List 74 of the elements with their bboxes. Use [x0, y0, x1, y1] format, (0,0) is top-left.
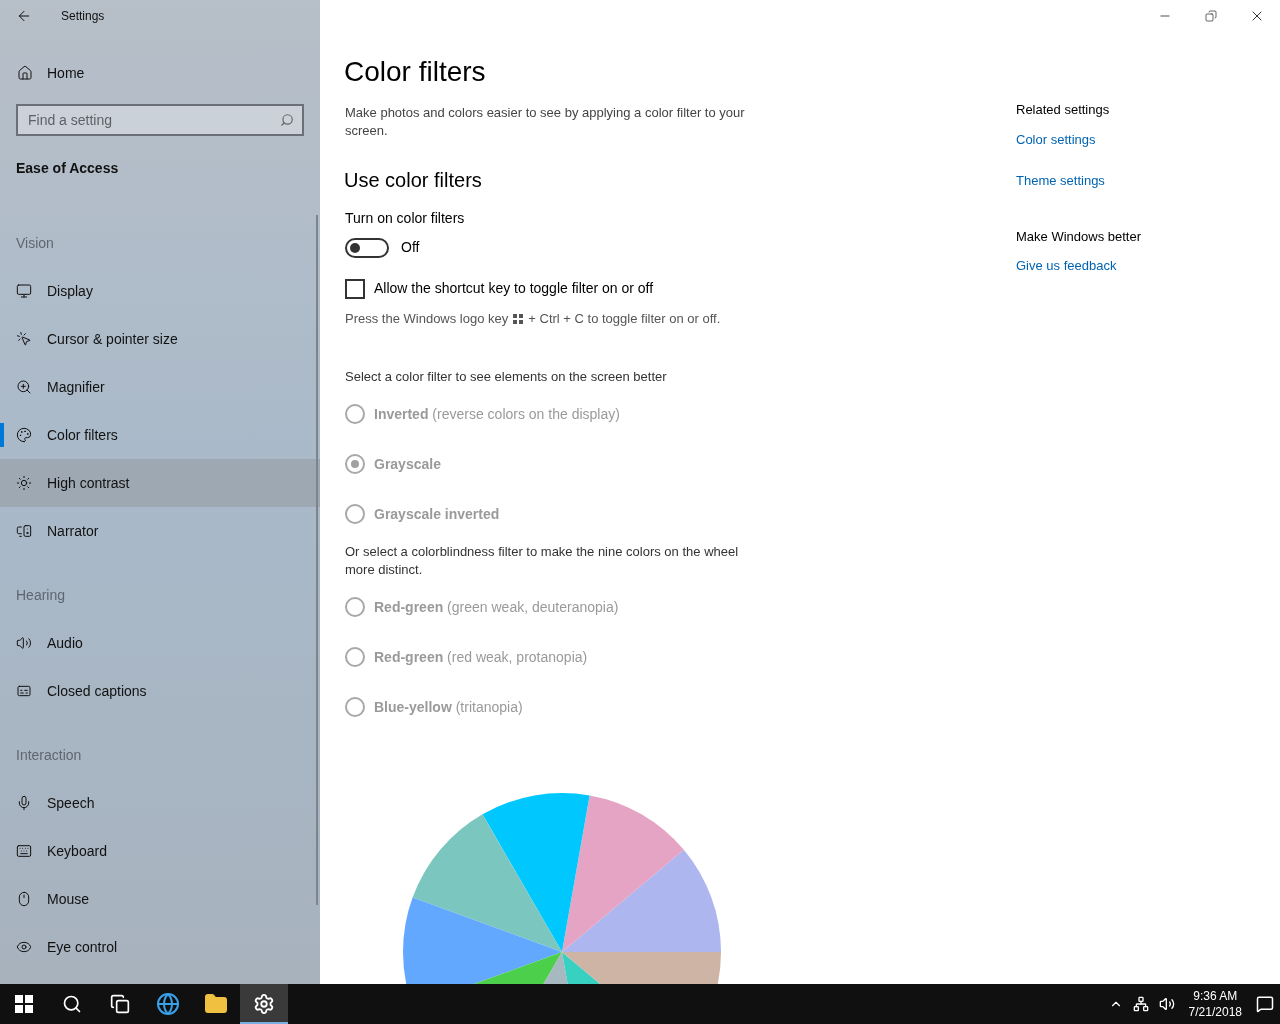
folder-icon — [204, 992, 228, 1016]
restore-icon — [1205, 10, 1217, 22]
checkbox-label: Allow the shortcut key to toggle filter on or off — [374, 279, 654, 298]
sidebar-item[interactable]: Mouse — [0, 875, 320, 923]
back-arrow-icon — [16, 8, 32, 24]
related-heading: Make Windows better — [1016, 227, 1141, 246]
notification-icon[interactable] — [1256, 995, 1274, 1013]
search-field[interactable]: Find a setting — [16, 104, 304, 136]
radio-button[interactable] — [345, 697, 365, 717]
task-view-icon — [110, 994, 130, 1014]
eye-icon — [16, 939, 32, 955]
clock[interactable]: 9:36 AM 7/21/2018 — [1184, 988, 1246, 1020]
toggle-switch[interactable] — [345, 237, 389, 258]
network-icon[interactable] — [1132, 996, 1149, 1012]
page-description: Make photos and colors easier to see by applying a color filter to your screen. — [345, 104, 746, 140]
radio-button[interactable] — [345, 597, 365, 617]
filter-prompt: Select a color filter to see elements on the screen better — [345, 367, 668, 386]
radio-label: Blue-yellow (tritanopia) — [374, 697, 523, 717]
windows-logo-icon — [513, 313, 524, 324]
sidebar-item[interactable]: Keyboard — [0, 827, 320, 875]
toggle-label: Turn on color filters — [345, 209, 466, 227]
taskbar-button[interactable] — [240, 984, 288, 1024]
sidebar-item[interactable]: Audio — [0, 619, 320, 667]
radio-label: Grayscale inverted — [374, 504, 500, 524]
keyboard-icon — [16, 843, 32, 859]
related-link[interactable]: Color settings — [1016, 129, 1141, 149]
radio-button[interactable] — [345, 647, 365, 667]
group-heading: Hearing — [16, 586, 66, 605]
related-link[interactable]: Give us feedback — [1016, 256, 1141, 276]
toggle-state: Off — [401, 238, 420, 257]
sidebar-item[interactable]: Eye control — [0, 923, 320, 971]
sidebar-item[interactable]: Magnifier — [0, 363, 320, 411]
sidebar-item[interactable]: Speech — [0, 779, 320, 827]
radio-button[interactable] — [345, 454, 365, 474]
hint-text: Press the Windows logo key — [345, 310, 509, 328]
colorblind-prompt: Or select a colorblindness filter to make the nine colors on the wheel more distinct. — [345, 543, 740, 579]
mouse-icon — [16, 891, 32, 907]
back-button[interactable] — [16, 8, 32, 24]
microphone-icon — [16, 795, 32, 811]
sidebar-item[interactable]: Home — [0, 49, 320, 97]
hint-text: + Ctrl + C to toggle filter on or off. — [528, 310, 721, 328]
radio-label: Red-green (red weak, protanopia) — [374, 647, 588, 667]
sidebar-item[interactable]: Closed captions — [0, 667, 320, 715]
radio-label: Red-green (green weak, deuteranopia) — [374, 597, 619, 617]
sidebar-item[interactable]: Cursor & pointer size — [0, 315, 320, 363]
speaker-icon[interactable] — [1158, 996, 1175, 1012]
section-title: Use color filters — [344, 168, 483, 193]
sidebar-item[interactable]: High contrast — [0, 459, 320, 507]
sun-icon — [16, 475, 32, 491]
related-link[interactable]: Theme settings — [1016, 171, 1141, 191]
magnifier-icon — [16, 379, 32, 395]
monitor-icon — [16, 283, 32, 299]
windows-logo-icon — [15, 995, 33, 1013]
speaker-icon — [16, 635, 32, 651]
palette-icon — [16, 427, 32, 443]
settings-icon — [253, 993, 275, 1015]
section-heading: Ease of Access — [15, 159, 120, 178]
home-icon — [17, 65, 33, 81]
radio-label: Inverted (reverse colors on the display) — [374, 404, 620, 424]
sidebar-item[interactable]: Display — [0, 267, 320, 315]
sidebar-item[interactable]: Color filters — [0, 411, 320, 459]
radio-button[interactable] — [345, 504, 365, 524]
group-heading: Vision — [16, 234, 54, 253]
checkbox[interactable] — [345, 278, 365, 299]
radio-button[interactable] — [345, 404, 365, 424]
related-heading: Related settings — [1016, 101, 1111, 119]
radio-label: Grayscale — [374, 454, 441, 474]
captions-icon — [16, 683, 32, 699]
search-icon — [62, 994, 82, 1014]
search-icon — [280, 113, 294, 127]
group-heading: Interaction — [16, 746, 82, 765]
page-title: Color filters — [344, 55, 487, 89]
window-title: Settings — [61, 8, 105, 25]
sidebar-item[interactable]: Narrator — [0, 507, 320, 555]
